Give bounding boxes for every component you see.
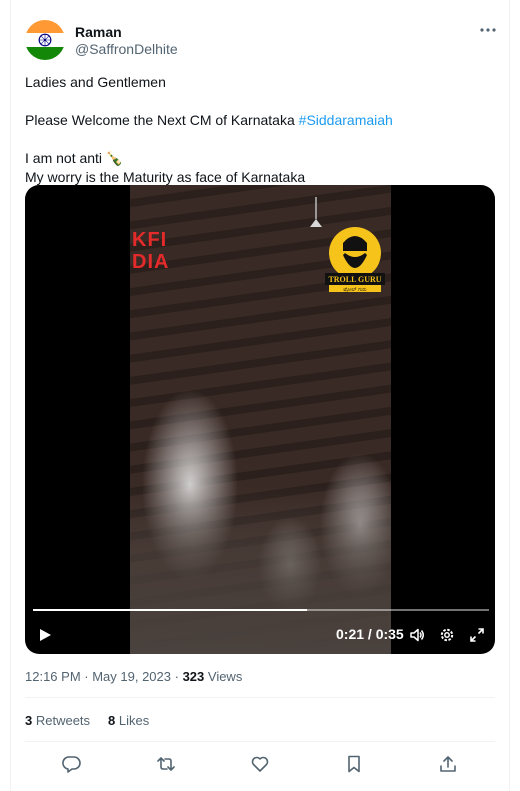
video-player[interactable]: KFI DIA TROLL GURU ಟ್ರೋಲ್ ಗುರು 0:21 / 0:3… (25, 185, 495, 654)
reply-icon[interactable] (62, 754, 82, 774)
tweet-text: Ladies and Gentlemen Please Welcome the … (25, 73, 495, 187)
retweet-icon[interactable] (156, 754, 176, 774)
tweet-line: I am not anti 🍾 (25, 150, 124, 166)
video-time: 0:21 / 0:35 (336, 626, 404, 642)
tweet-line: Please Welcome the Next CM of Karnataka … (25, 111, 495, 130)
logo-text-en: TROLL GURU (328, 275, 381, 284)
ceiling-fan-shape (308, 197, 324, 229)
author-avatar[interactable] (25, 20, 65, 60)
tweet-time[interactable]: 12:16 PM (25, 669, 81, 684)
bookmark-icon[interactable] (344, 754, 364, 774)
tweet-line: Ladies and Gentlemen (25, 74, 166, 90)
watermark-text: KFI DIA (132, 229, 169, 273)
volume-icon[interactable] (409, 627, 425, 643)
fullscreen-icon[interactable] (469, 627, 485, 643)
views-label: Views (204, 669, 243, 684)
meta-separator: · (80, 669, 93, 684)
logo-text-kn: ಟ್ರೋಲ್ ಗುರು (343, 287, 367, 293)
author-handle[interactable]: @SaffronDelhite (75, 41, 178, 57)
tweet-line-text: Please Welcome the Next CM of Karnataka (25, 112, 299, 128)
like-icon[interactable] (250, 754, 270, 774)
play-icon[interactable] (37, 627, 53, 643)
share-icon[interactable] (438, 754, 458, 774)
more-options-icon[interactable] (478, 20, 498, 40)
tweet-meta: 12:16 PM · May 19, 2023 · 323 Views (25, 669, 242, 684)
ashoka-chakra-icon (38, 33, 52, 47)
likes-stat[interactable]: 8 Likes (108, 713, 149, 728)
views-count: 323 (182, 669, 205, 684)
divider (25, 697, 495, 698)
hashtag-link[interactable]: #Siddaramaiah (299, 112, 393, 128)
divider (25, 741, 495, 742)
settings-gear-icon[interactable] (439, 627, 455, 643)
tweet-stats: 3 Retweets 8 Likes (25, 713, 167, 728)
troll-guru-logo: TROLL GURU ಟ್ರೋಲ್ ಗುರು (325, 225, 385, 293)
channel-watermark: KFI DIA (132, 229, 169, 273)
watermark-line: DIA (132, 251, 170, 273)
video-progress-bar[interactable] (33, 609, 489, 611)
watermark-line: KFI (132, 229, 168, 251)
retweets-label: Retweets (32, 713, 91, 728)
retweets-stat[interactable]: 3 Retweets (25, 713, 90, 728)
tweet-date[interactable]: May 19, 2023 (92, 669, 171, 684)
likes-label: Likes (115, 713, 150, 728)
video-progress-fill (33, 609, 307, 611)
author-name[interactable]: Raman (75, 24, 122, 40)
meta-separator: · (171, 669, 183, 684)
